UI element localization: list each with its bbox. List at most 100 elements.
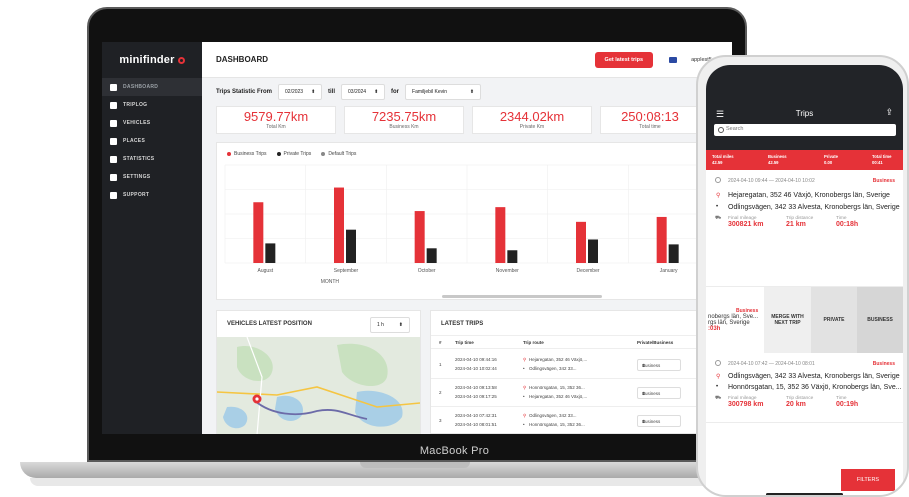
chart-scrollbar[interactable]: [442, 295, 602, 298]
table-row[interactable]: 3 2024-04-10 07:42:31 2024-04-10 08:01:5…: [431, 407, 729, 434]
till-month-select[interactable]: 03/2024 ⬍: [341, 84, 386, 100]
trip-type-select[interactable]: Business ⬍: [637, 415, 681, 427]
phone-header: ☰ Trips ⇪ Search: [706, 65, 903, 150]
summary-label: Total miles: [712, 154, 734, 159]
sidebar-item-support[interactable]: SUPPORT: [102, 186, 202, 204]
metric-value: 20 km: [786, 401, 806, 408]
col-header-private-business[interactable]: Private/Business: [637, 340, 673, 345]
get-latest-trips-button[interactable]: Get latest trips: [594, 51, 654, 68]
trip-end-time: 2024-04-10 09:17:25: [455, 394, 497, 399]
route-to: Odlingsvägen, 342 33...: [529, 366, 577, 371]
business-button[interactable]: BUSINESS: [857, 287, 903, 353]
bar-private-trips[interactable]: [668, 244, 679, 263]
till-value: 03/2024: [348, 89, 367, 95]
bar-business-trips[interactable]: [495, 207, 506, 263]
home-icon: [110, 83, 117, 91]
metric-time: Time 00:18h: [836, 216, 858, 228]
car-icon: ⛟: [715, 396, 722, 401]
filters-button[interactable]: FILTERS: [841, 469, 895, 491]
summary-business: Business 42.59: [768, 154, 787, 165]
pin-icon: ⚲: [716, 193, 721, 199]
trip-type-select[interactable]: Business ⬍: [637, 387, 681, 399]
summary-label: Business: [768, 154, 787, 159]
summary-label: Private: [824, 154, 838, 159]
bar-private-trips[interactable]: [346, 229, 356, 263]
stat-value: 9579.77km: [243, 109, 309, 124]
pin-icon: ⚲: [716, 374, 721, 380]
stat-card-total-km: 9579.77km Total Km: [216, 106, 336, 134]
trip-duration: :03h: [708, 326, 721, 332]
summary-value: 00:41: [872, 159, 883, 165]
stat-label: Total time: [639, 124, 661, 130]
updown-icon: ⬍: [398, 322, 403, 328]
trip-time: 2024-04-10 09:44 — 2024-04-10 10:02: [728, 178, 815, 184]
col-header-trip-route[interactable]: Trip route: [523, 340, 544, 345]
swiped-trip-preview[interactable]: Business nobergs län, Sve... rgs län, Sv…: [706, 287, 764, 353]
sidebar-item-settings[interactable]: SETTINGS: [102, 168, 202, 186]
uk-flag-icon[interactable]: [669, 56, 678, 63]
metric-value: 00:19h: [836, 401, 859, 408]
summary-private: Private 0.00: [824, 154, 838, 165]
summary-value: 42.59: [768, 159, 779, 165]
globe-icon: [110, 191, 117, 199]
bar-business-trips[interactable]: [656, 216, 667, 263]
home-indicator: [766, 493, 843, 495]
bar-private-trips[interactable]: [426, 248, 437, 263]
updown-icon: ⬍: [311, 89, 316, 95]
metric-value: 300821 km: [728, 221, 764, 228]
stat-label: Business Km: [389, 124, 419, 130]
sidebar-item-label: DASHBOARD: [123, 84, 159, 90]
bar-private-trips[interactable]: [265, 243, 276, 263]
filters-label: Trips Statistic From: [216, 89, 273, 95]
sidebar-item-label: VEHICLES: [123, 120, 151, 126]
from-month-select[interactable]: 02/2023 ⬍: [278, 84, 323, 100]
sidebar-item-dashboard[interactable]: DASHBOARD: [102, 78, 202, 96]
bar-business-trips[interactable]: [253, 202, 264, 263]
vehicle-select[interactable]: Familjebil Kevin ⬍: [405, 84, 482, 100]
sidebar: minifinder DASHBOARD TRIPLOG VEHICLES PL…: [102, 42, 202, 434]
metric-value: 300798 km: [728, 401, 764, 408]
dot-icon: •: [523, 422, 525, 427]
trips-bar-chart: August September October November December Ja…: [224, 164, 710, 285]
metric-mileage: Final mileage 300798 km: [728, 396, 763, 408]
updown-icon: ⬍: [374, 89, 379, 95]
x-tick-label: December: [576, 268, 599, 274]
route-from: Odlingsvägen, 342 33...: [529, 413, 577, 418]
bar-business-trips[interactable]: [576, 221, 586, 263]
dot-icon: •: [523, 366, 525, 371]
metric-value: 21 km: [786, 221, 806, 228]
button-label: BUSINESS: [867, 317, 893, 323]
metric-mileage: Final mileage 300821 km: [728, 216, 763, 228]
sidebar-item-triplog[interactable]: TRIPLOG: [102, 96, 202, 114]
sidebar-item-statistics[interactable]: STATISTICS: [102, 150, 202, 168]
bar-private-trips[interactable]: [588, 239, 598, 263]
table-row[interactable]: 2 2024-04-10 09:13:58 2024-04-10 09:17:2…: [431, 379, 729, 407]
summary-total-miles: Total miles 42.59: [712, 154, 734, 165]
metric-distance: Trip distance 20 km: [786, 396, 813, 408]
chart-icon: [110, 155, 117, 163]
table-header: # Trip time Trip route Private/Business: [431, 335, 729, 349]
search-input[interactable]: Search: [714, 124, 896, 136]
col-header-trip-time[interactable]: Trip time: [455, 340, 474, 345]
vehicle-map[interactable]: [217, 337, 420, 434]
map-icon: [110, 137, 117, 145]
trip-card[interactable]: 2024-04-10 07:42 — 2024-04-10 08:01 Busi…: [706, 353, 903, 423]
col-header-number: #: [439, 340, 442, 345]
sidebar-item-vehicles[interactable]: VEHICLES: [102, 114, 202, 132]
vehicle-icon: [110, 119, 117, 127]
trip-type-select[interactable]: Business ⬍: [637, 359, 681, 371]
merge-with-next-trip-button[interactable]: MERGE WITH NEXT TRIP: [764, 287, 811, 353]
latest-trips-card: LATEST TRIPS # Trip time Trip route Priv…: [430, 310, 729, 434]
private-button[interactable]: PRIVATE: [811, 287, 857, 353]
trip-card[interactable]: 2024-04-10 09:44 — 2024-04-10 10:02 Busi…: [706, 170, 903, 287]
sidebar-item-places[interactable]: PLACES: [102, 132, 202, 150]
bar-business-trips[interactable]: [414, 211, 425, 263]
time-range-select[interactable]: 1 h ⬍: [370, 317, 410, 333]
share-icon[interactable]: ⇪: [885, 107, 893, 118]
summary-value: 42.59: [712, 159, 723, 165]
bar-private-trips[interactable]: [507, 250, 518, 263]
brand-logo[interactable]: minifinder: [102, 42, 202, 78]
table-row[interactable]: 1 2024-04-10 09:44:16 2024-04-10 10:02:4…: [431, 351, 729, 379]
bar-business-trips[interactable]: [334, 187, 344, 263]
trip-start-time: 2024-04-10 09:13:58: [455, 385, 497, 390]
